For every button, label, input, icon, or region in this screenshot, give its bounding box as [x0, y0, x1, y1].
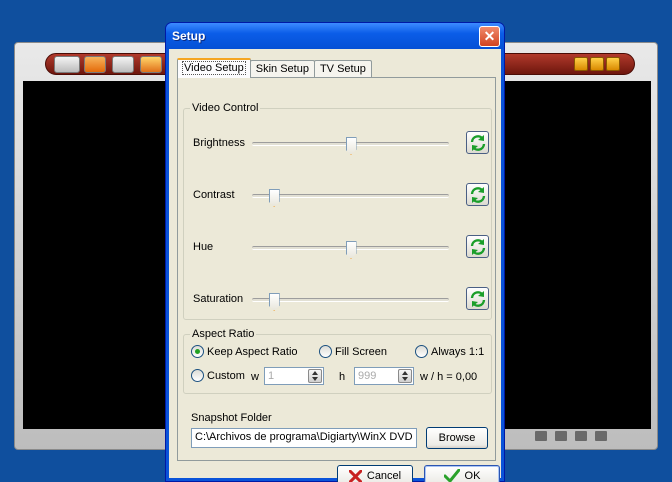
brightness-row: Brightness — [184, 129, 491, 159]
close-button[interactable]: ✕ — [479, 26, 500, 47]
dialog-client: Video Setup Skin Setup TV Setup Video Co… — [169, 49, 501, 482]
radio-dot[interactable] — [191, 345, 204, 358]
ok-button[interactable]: OK — [424, 465, 500, 482]
tab-label: Video Setup — [182, 61, 246, 75]
brightness-thumb[interactable] — [345, 137, 357, 155]
contrast-thumb[interactable] — [268, 189, 280, 207]
radio-label: Fill Screen — [335, 345, 387, 358]
refresh-icon — [470, 187, 486, 203]
ratio-readout: w / h = 0,00 — [420, 371, 478, 383]
slider-label: Saturation — [193, 293, 244, 305]
tab-strip: Video Setup Skin Setup TV Setup — [177, 58, 372, 78]
radio-label: Always 1:1 — [431, 345, 485, 358]
snapshot-folder-label: Snapshot Folder — [191, 412, 272, 424]
browse-button[interactable]: Browse — [426, 427, 488, 449]
hue-thumb[interactable] — [345, 241, 357, 259]
height-value: 999 — [358, 370, 377, 382]
cancel-x-icon — [348, 469, 362, 482]
radio-dot[interactable] — [415, 345, 428, 358]
hue-slider[interactable] — [252, 241, 449, 259]
saturation-reset-button[interactable] — [466, 287, 489, 310]
player-user-icon[interactable] — [535, 431, 547, 441]
player-close-icon[interactable] — [606, 57, 620, 71]
height-spinner[interactable]: 999 — [354, 367, 414, 385]
player-cart-icon[interactable] — [595, 431, 607, 441]
slider-label: Contrast — [193, 189, 235, 201]
contrast-reset-button[interactable] — [466, 183, 489, 206]
cancel-label: Cancel — [366, 470, 402, 482]
brightness-slider[interactable] — [252, 137, 449, 155]
refresh-icon — [470, 135, 486, 151]
saturation-thumb[interactable] — [268, 293, 280, 311]
player-screen-icon[interactable] — [140, 56, 162, 73]
contrast-row: Contrast — [184, 181, 491, 211]
saturation-slider[interactable] — [252, 293, 449, 311]
height-label: h — [339, 371, 346, 383]
player-home-icon[interactable] — [555, 431, 567, 441]
hue-row: Hue — [184, 233, 491, 263]
ok-label: OK — [464, 470, 481, 482]
tab-video-setup[interactable]: Video Setup — [177, 58, 251, 78]
player-mail-icon[interactable] — [575, 431, 587, 441]
group-label: Aspect Ratio — [190, 328, 257, 340]
always-1-1-radio[interactable]: Always 1:1 — [415, 345, 484, 358]
tab-tv-setup[interactable]: TV Setup — [313, 60, 372, 78]
player-camera-icon[interactable] — [112, 56, 134, 73]
fill-screen-radio[interactable]: Fill Screen — [319, 345, 387, 358]
group-label: Video Control — [190, 102, 261, 114]
player-minimize-icon[interactable] — [574, 57, 588, 71]
spin-arrows-icon[interactable] — [398, 369, 412, 383]
radio-dot[interactable] — [319, 345, 332, 358]
cancel-button[interactable]: Cancel — [337, 465, 413, 482]
player-maximize-icon[interactable] — [590, 57, 604, 71]
custom-radio[interactable]: Custom — [191, 369, 245, 382]
player-play-icon[interactable] — [84, 56, 106, 73]
slider-label: Hue — [193, 241, 214, 253]
player-window-controls — [574, 57, 620, 71]
brightness-reset-button[interactable] — [466, 131, 489, 154]
width-spinner[interactable]: 1 — [264, 367, 324, 385]
spin-arrows-icon[interactable] — [308, 369, 322, 383]
dialog-title: Setup — [172, 29, 206, 43]
keep-aspect-radio[interactable]: Keep Aspect Ratio — [191, 345, 298, 358]
player-video-icon[interactable] — [54, 56, 80, 73]
tab-skin-setup[interactable]: Skin Setup — [249, 60, 315, 78]
contrast-slider[interactable] — [252, 189, 449, 207]
snapshot-folder-input[interactable]: C:\Archivos de programa\Digiarty\WinX DV… — [191, 428, 417, 448]
radio-label: Custom — [207, 369, 245, 382]
width-label: w — [251, 371, 259, 383]
checkmark-icon — [443, 469, 460, 482]
dialog-titlebar[interactable]: Setup ✕ — [166, 23, 504, 49]
video-setup-panel: Video Control Brightness Contrast Hue Sa… — [177, 77, 496, 461]
aspect-ratio-group: Aspect Ratio Keep Aspect Ratio Fill Scre… — [183, 328, 492, 394]
video-control-group: Video Control Brightness Contrast Hue Sa… — [183, 102, 492, 320]
radio-label: Keep Aspect Ratio — [207, 345, 298, 358]
saturation-row: Saturation — [184, 285, 491, 315]
setup-dialog: Setup ✕ Video Setup Skin Setup TV Setup … — [165, 22, 505, 482]
slider-label: Brightness — [193, 137, 245, 149]
refresh-icon — [470, 291, 486, 307]
width-value: 1 — [268, 370, 275, 382]
hue-reset-button[interactable] — [466, 235, 489, 258]
refresh-icon — [470, 239, 486, 255]
radio-dot[interactable] — [191, 369, 204, 382]
